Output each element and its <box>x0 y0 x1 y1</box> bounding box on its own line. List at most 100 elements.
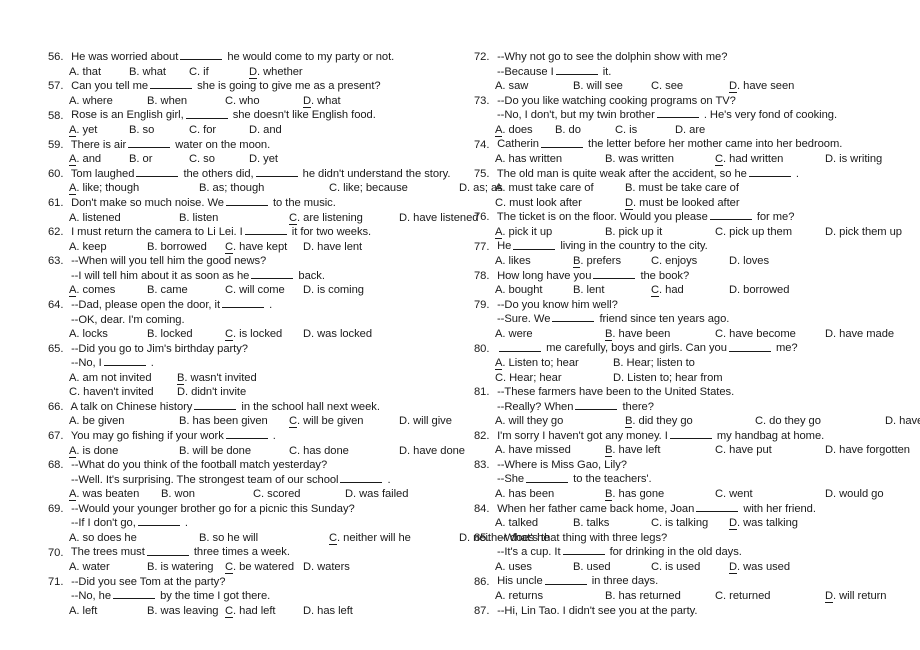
option-d[interactable]: D. was locked <box>303 327 372 342</box>
option-d[interactable]: D. have lent <box>303 240 362 255</box>
answer-blank[interactable] <box>103 356 146 367</box>
option-d[interactable]: D. have forgotten <box>825 443 910 458</box>
option-a[interactable]: A. comes <box>69 283 147 298</box>
option-d[interactable]: D. was failed <box>345 487 408 502</box>
option-d[interactable]: D. and <box>249 123 282 138</box>
option-b[interactable]: B. so <box>129 123 189 138</box>
option-a[interactable]: A. does <box>495 123 555 138</box>
option-c[interactable]: C. returned <box>715 589 825 604</box>
option-d[interactable]: D. would go <box>825 487 884 502</box>
option-b[interactable]: B. so he will <box>199 531 329 546</box>
option-c[interactable]: C. is used <box>651 560 729 575</box>
option-b[interactable]: B. was leaving <box>147 604 225 619</box>
option-c[interactable]: C. have become <box>715 327 825 342</box>
option-b[interactable]: B. used <box>573 560 651 575</box>
option-d[interactable]: D. have they gone <box>885 414 920 429</box>
option-a[interactable]: A. listened <box>69 211 179 226</box>
option-c[interactable]: C. is <box>615 123 675 138</box>
option-c[interactable]: C. will come <box>225 283 303 298</box>
option-a[interactable]: A. were <box>495 327 605 342</box>
option-b[interactable]: B. is watering <box>147 560 225 575</box>
answer-blank[interactable] <box>225 429 268 440</box>
option-d[interactable]: D. is writing <box>825 152 882 167</box>
option-c[interactable]: C. is talking <box>651 516 729 531</box>
option-d[interactable]: D. has left <box>303 604 353 619</box>
option-a[interactable]: A. am not invited <box>69 371 177 386</box>
option-a[interactable]: A. must take care of <box>495 181 625 196</box>
option-b[interactable]: B. Hear; listen to <box>613 356 695 371</box>
option-d[interactable]: D. waters <box>303 560 350 575</box>
option-a[interactable]: A. returns <box>495 589 605 604</box>
answer-blank[interactable] <box>222 298 265 309</box>
option-a[interactable]: A. have missed <box>495 443 605 458</box>
option-d[interactable]: D. Listen to; hear from <box>613 371 723 386</box>
option-a[interactable]: A. keep <box>69 240 147 255</box>
option-b[interactable]: B. won <box>161 487 253 502</box>
answer-blank[interactable] <box>185 108 228 119</box>
option-c[interactable]: C. so <box>189 152 249 167</box>
option-c[interactable]: C. had left <box>225 604 303 619</box>
option-d[interactable]: D. have seen <box>729 79 794 94</box>
answer-blank[interactable] <box>244 225 287 236</box>
option-c[interactable]: C. pick up them <box>715 225 825 240</box>
answer-blank[interactable] <box>180 50 223 61</box>
option-c[interactable]: C. if <box>189 65 249 80</box>
answer-blank[interactable] <box>255 167 298 177</box>
answer-blank[interactable] <box>540 137 583 148</box>
option-a[interactable]: A. so does he <box>69 531 199 546</box>
option-a[interactable]: A. where <box>69 94 147 109</box>
answer-blank[interactable] <box>136 167 179 177</box>
option-a[interactable]: A. talked <box>495 516 573 531</box>
option-b[interactable]: B. talks <box>573 516 651 531</box>
option-d[interactable]: D. will return <box>825 589 887 604</box>
option-b[interactable]: B. has returned <box>605 589 715 604</box>
option-c[interactable]: C. are listening <box>289 211 399 226</box>
option-c[interactable]: C. will be given <box>289 414 399 429</box>
option-d[interactable]: D. yet <box>249 152 278 167</box>
option-c[interactable]: C. who <box>225 94 303 109</box>
answer-blank[interactable] <box>562 545 605 556</box>
answer-blank[interactable] <box>544 574 587 585</box>
answer-blank[interactable] <box>128 138 171 148</box>
answer-blank[interactable] <box>150 79 193 90</box>
option-c[interactable]: C. must look after <box>495 196 625 211</box>
option-a[interactable]: A. and <box>69 152 129 167</box>
option-d[interactable]: D. borrowed <box>729 283 789 298</box>
answer-blank[interactable] <box>526 472 569 483</box>
option-a[interactable]: A. like; though <box>69 181 199 196</box>
answer-blank[interactable] <box>656 108 699 119</box>
option-d[interactable]: D. was talking <box>729 516 798 531</box>
option-c[interactable]: C. has done <box>289 444 399 459</box>
answer-blank[interactable] <box>340 473 383 483</box>
option-b[interactable]: B. have been <box>605 327 715 342</box>
answer-blank[interactable] <box>225 196 268 207</box>
answer-blank[interactable] <box>669 429 712 439</box>
option-b[interactable]: B. lent <box>573 283 651 298</box>
option-b[interactable]: B. listen <box>179 211 289 226</box>
option-c[interactable]: C. haven't invited <box>69 385 177 400</box>
answer-blank[interactable] <box>593 269 636 279</box>
answer-blank[interactable] <box>728 341 771 352</box>
option-c[interactable]: C. scored <box>253 487 345 502</box>
option-a[interactable]: A. locks <box>69 327 147 342</box>
option-b[interactable]: B. prefers <box>573 254 651 269</box>
option-a[interactable]: A. bought <box>495 283 573 298</box>
option-c[interactable]: C. do they go <box>755 414 885 429</box>
option-d[interactable]: D. didn't invite <box>177 385 246 400</box>
answer-blank[interactable] <box>251 269 294 279</box>
option-b[interactable]: B. or <box>129 152 189 167</box>
answer-blank[interactable] <box>137 516 180 527</box>
option-c[interactable]: C. have kept <box>225 240 303 255</box>
answer-blank[interactable] <box>748 167 791 177</box>
option-a[interactable]: A. yet <box>69 123 129 138</box>
option-a[interactable]: A. that <box>69 65 129 80</box>
option-b[interactable]: B. have left <box>605 443 715 458</box>
option-c[interactable]: C. had <box>651 283 729 298</box>
option-d[interactable]: D. whether <box>249 65 303 80</box>
answer-blank[interactable] <box>513 239 556 250</box>
option-a[interactable]: A. be given <box>69 414 179 429</box>
option-b[interactable]: B. came <box>147 283 225 298</box>
option-d[interactable]: D. was used <box>729 560 790 575</box>
answer-blank[interactable] <box>709 210 752 221</box>
option-d[interactable]: D. neither does he <box>459 531 550 546</box>
